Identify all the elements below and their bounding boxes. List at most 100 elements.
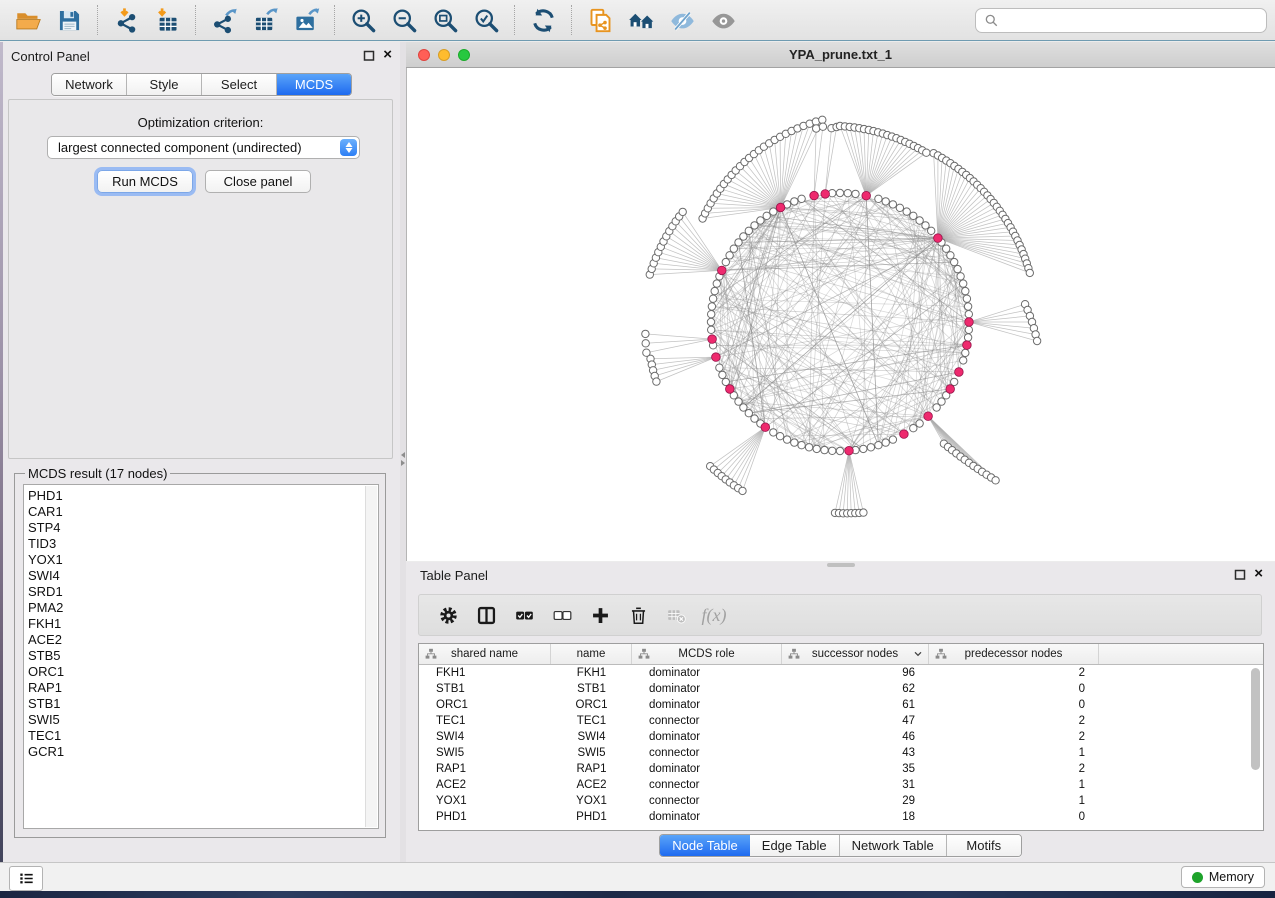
table-row[interactable]: PHD1PHD1dominator180 (419, 809, 1263, 825)
network-node[interactable] (836, 189, 843, 196)
column-header-name[interactable]: name (551, 644, 632, 664)
mcds-result-item[interactable]: YOX1 (28, 552, 364, 568)
network-node[interactable] (798, 195, 805, 202)
network-node[interactable] (916, 420, 923, 427)
network-node[interactable] (960, 357, 967, 364)
tab-node-table[interactable]: Node Table (660, 835, 750, 856)
network-node[interactable] (739, 487, 746, 494)
toggle-columns-button[interactable] (467, 598, 505, 632)
selected-mcds-node[interactable] (761, 423, 770, 432)
table-row[interactable]: ORC1ORC1dominator610 (419, 697, 1263, 713)
network-node[interactable] (910, 425, 917, 432)
zoom-fit-button[interactable] (425, 3, 466, 37)
memory-button[interactable]: Memory (1181, 866, 1265, 888)
mcds-result-item[interactable]: STP4 (28, 520, 364, 536)
network-node[interactable] (713, 280, 720, 287)
network-node[interactable] (722, 378, 729, 385)
network-node[interactable] (867, 444, 874, 451)
network-node[interactable] (805, 444, 812, 451)
optimization-criterion-select[interactable]: largest connected component (undirected) (47, 136, 360, 159)
network-node[interactable] (964, 334, 971, 341)
select-all-checks-button[interactable] (505, 598, 543, 632)
network-node[interactable] (896, 204, 903, 211)
network-node[interactable] (882, 198, 889, 205)
table-row[interactable]: ACE2ACE2connector311 (419, 777, 1263, 793)
zoom-in-button[interactable] (343, 3, 384, 37)
open-folder-button[interactable] (8, 3, 49, 37)
search-input[interactable] (1004, 12, 1258, 29)
selected-mcds-node[interactable] (776, 203, 785, 212)
network-node[interactable] (844, 190, 851, 197)
network-node[interactable] (954, 265, 961, 272)
tab-select[interactable]: Select (202, 74, 277, 95)
network-node[interactable] (875, 195, 882, 202)
deselect-all-checks-button[interactable] (543, 598, 581, 632)
selected-mcds-node[interactable] (862, 191, 871, 200)
network-node[interactable] (770, 429, 777, 436)
mcds-result-item[interactable]: SWI4 (28, 568, 364, 584)
selected-mcds-node[interactable] (955, 368, 964, 377)
network-node[interactable] (711, 287, 718, 294)
export-table-button[interactable] (245, 3, 286, 37)
mcds-result-item[interactable]: TEC1 (28, 728, 364, 744)
network-node[interactable] (735, 239, 742, 246)
network-node[interactable] (951, 258, 958, 265)
selected-mcds-node[interactable] (708, 335, 717, 344)
selected-mcds-node[interactable] (718, 266, 727, 275)
network-node[interactable] (716, 364, 723, 371)
network-node[interactable] (923, 149, 930, 156)
selected-mcds-node[interactable] (924, 412, 933, 421)
column-header-mcds-role[interactable]: MCDS role (632, 644, 782, 664)
add-column-button[interactable] (581, 598, 619, 632)
network-node[interactable] (776, 433, 783, 440)
network-node[interactable] (708, 303, 715, 310)
export-image-button[interactable] (286, 3, 327, 37)
network-node[interactable] (965, 311, 972, 318)
settings-gear-button[interactable] (429, 598, 467, 632)
mcds-result-item[interactable]: ORC1 (28, 664, 364, 680)
mcds-result-item[interactable]: FKH1 (28, 616, 364, 632)
selected-mcds-node[interactable] (965, 318, 974, 327)
network-node[interactable] (819, 116, 826, 123)
mcds-result-item[interactable]: TID3 (28, 536, 364, 552)
selected-mcds-node[interactable] (934, 234, 943, 243)
mcds-result-item[interactable]: PMA2 (28, 600, 364, 616)
network-node[interactable] (791, 198, 798, 205)
close-panel-button[interactable]: Close panel (205, 170, 311, 193)
network-node[interactable] (943, 245, 950, 252)
mcds-result-item[interactable]: STB5 (28, 648, 364, 664)
float-window-icon[interactable] (362, 48, 376, 62)
mcds-list-scrollbar[interactable] (365, 486, 377, 827)
table-row[interactable]: STB1STB1dominator620 (419, 681, 1263, 697)
new-network-from-selection-button[interactable] (580, 3, 621, 37)
search-field[interactable] (975, 8, 1267, 33)
panel-resize-grip[interactable] (827, 563, 855, 567)
selected-mcds-node[interactable] (946, 385, 955, 394)
network-node[interactable] (963, 295, 970, 302)
close-panel-icon[interactable]: × (1254, 567, 1263, 581)
network-node[interactable] (821, 446, 828, 453)
mcds-result-item[interactable]: PHD1 (28, 488, 364, 504)
network-node[interactable] (708, 326, 715, 333)
network-node[interactable] (722, 258, 729, 265)
network-canvas[interactable] (406, 68, 1275, 561)
network-node[interactable] (860, 509, 867, 516)
save-session-button[interactable] (49, 3, 90, 37)
network-node[interactable] (889, 436, 896, 443)
selected-mcds-node[interactable] (810, 191, 819, 200)
tab-network-table[interactable]: Network Table (840, 835, 947, 856)
show-all-button[interactable] (703, 3, 744, 37)
run-mcds-button[interactable]: Run MCDS (97, 170, 193, 193)
selected-mcds-node[interactable] (712, 353, 721, 362)
zoom-selected-button[interactable] (466, 3, 507, 37)
network-node[interactable] (860, 445, 867, 452)
table-row[interactable]: YOX1YOX1connector291 (419, 793, 1263, 809)
mcds-result-item[interactable]: ACE2 (28, 632, 364, 648)
network-node[interactable] (965, 326, 972, 333)
table-row[interactable]: FKH1FKH1dominator962 (419, 665, 1263, 681)
network-node[interactable] (642, 340, 649, 347)
network-node[interactable] (653, 378, 660, 385)
delete-column-button[interactable] (619, 598, 657, 632)
network-node[interactable] (679, 208, 686, 215)
network-node[interactable] (819, 123, 826, 130)
